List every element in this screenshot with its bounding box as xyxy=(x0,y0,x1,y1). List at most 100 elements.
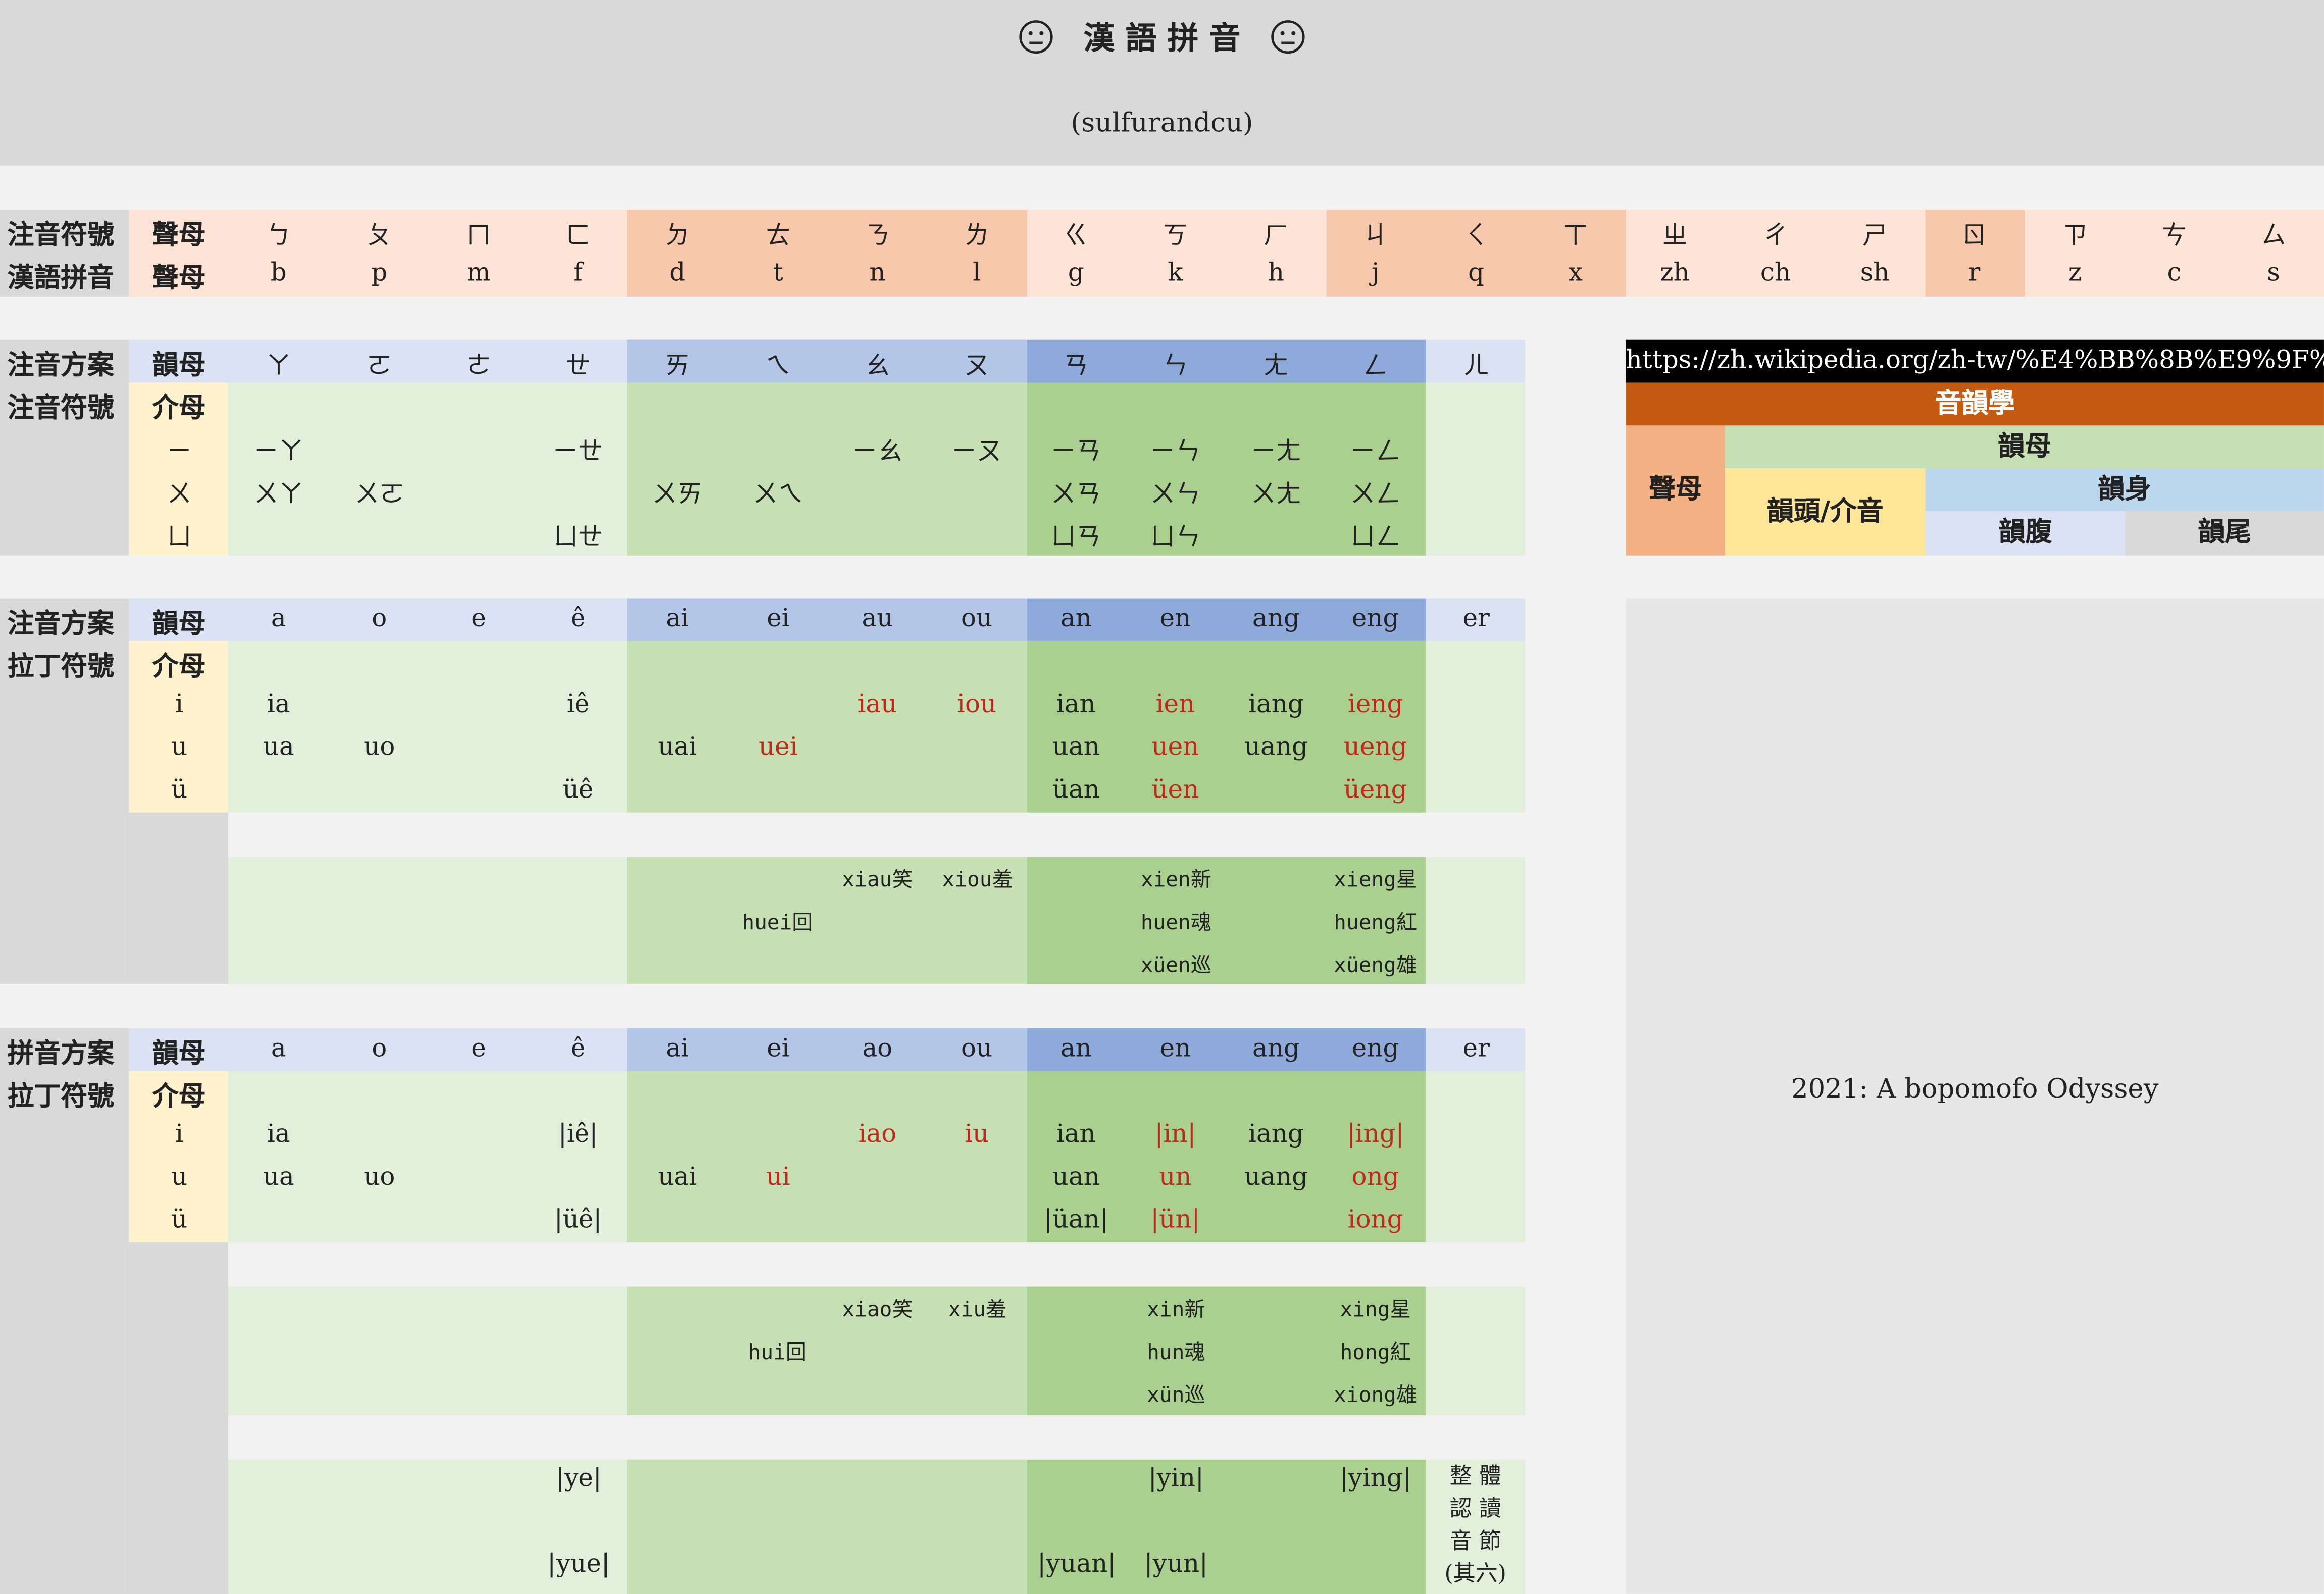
final-latin: ou xyxy=(961,604,993,634)
syllable-yuan: |yuan| xyxy=(1037,1550,1117,1579)
final-zhuyin: ㄦ xyxy=(1463,352,1489,381)
zhuyin-combo: ㄧㄡ xyxy=(951,437,1002,467)
example-xin: xin新 xyxy=(1147,1298,1205,1322)
medial-latin: i xyxy=(175,689,184,720)
page-subtitle: (sulfurandcu) xyxy=(1071,108,1253,139)
pinyin-combo: ian xyxy=(1056,1120,1096,1150)
pinyin-combo: |iê| xyxy=(558,1120,598,1150)
initial-pinyin: g xyxy=(1068,258,1084,288)
example-huen: huen魂 xyxy=(1140,911,1211,935)
initial-zhuyin: ㄒ xyxy=(1562,221,1588,252)
pinyin-combo: ua xyxy=(263,1162,294,1192)
initial-zhuyin: ㄙ xyxy=(2261,221,2287,252)
page-title: 漢 語 拼 音 xyxy=(1083,19,1241,57)
pinyin-combo: ia xyxy=(267,1120,290,1150)
legend-body-text: 韻身 xyxy=(2098,474,2152,506)
initial-zhuyin: ㄈ xyxy=(565,221,591,252)
final-zhuyin: ㄛ xyxy=(367,352,392,381)
zhuyin-combo: ㄨㄚ xyxy=(253,480,304,510)
platin-gap-gray xyxy=(129,1242,228,1594)
initial-pinyin: ch xyxy=(1760,258,1791,288)
example-xiu: xiu羞 xyxy=(948,1298,1007,1322)
final-pinyin: ei xyxy=(767,1034,790,1064)
legend-coda: 韻尾 xyxy=(2125,511,2324,556)
syllable-ying: |ying| xyxy=(1339,1464,1411,1494)
final-pinyin: en xyxy=(1159,1034,1191,1064)
zhuyin-combo: ㄨㄟ xyxy=(752,480,803,510)
pinyin-combo: |üan| xyxy=(1043,1205,1108,1235)
legend-url[interactable]: https://zh.wikipedia.org/zh-tw/%E4%BB%8B… xyxy=(1626,339,2324,383)
latin-combo: ueng xyxy=(1343,732,1407,763)
zhuyin-label-2: 注音符號 xyxy=(7,393,114,424)
example-xuen: xüen巡 xyxy=(1140,954,1211,978)
medial-pinyin: i xyxy=(175,1120,184,1150)
note-char-8: 六) xyxy=(1475,1560,1506,1587)
medial-pinyin: u xyxy=(171,1162,188,1192)
initial-pinyin: k xyxy=(1168,258,1183,288)
platin-medial-label: 介母 xyxy=(151,1081,206,1113)
initials-col-label: 聲母 xyxy=(151,220,206,252)
initial-zhuyin: ㄊ xyxy=(765,221,791,252)
example-xueng: xüeng雄 xyxy=(1334,954,1417,978)
latin-combo: iou xyxy=(957,689,997,720)
initial-zhuyin: ㄕ xyxy=(1862,221,1888,252)
latin-combo: üen xyxy=(1151,775,1199,806)
example-xiou: xiou羞 xyxy=(942,868,1013,892)
final-latin: o xyxy=(372,604,387,634)
final-latin: er xyxy=(1462,604,1490,634)
final-zhuyin: ㄡ xyxy=(964,352,990,381)
zhuyin-body-mid xyxy=(627,382,1027,556)
latin-combo: üan xyxy=(1052,775,1100,806)
medial-latin: ü xyxy=(171,775,188,806)
initial-zhuyin: ㄓ xyxy=(1662,221,1688,252)
legend-url-text[interactable]: https://zh.wikipedia.org/zh-tw/%E4%BB%8B… xyxy=(1626,345,2324,375)
platin-label-1: 拼音方案 xyxy=(7,1038,114,1070)
zhuyin-combo: ㄩㄢ xyxy=(1050,523,1101,553)
neutral-face-icon xyxy=(1019,20,1053,54)
pinyin-combo: iang xyxy=(1248,1120,1304,1150)
zhuyin-combo: ㄧㄝ xyxy=(552,437,603,467)
initial-zhuyin: ㄉ xyxy=(665,221,690,252)
initial-pinyin: p xyxy=(371,258,388,288)
initial-zhuyin: ㄗ xyxy=(2062,221,2088,252)
latin-combo: ua xyxy=(263,732,294,763)
initial-pinyin: t xyxy=(773,258,783,288)
pinyin-combo: iu xyxy=(965,1120,989,1150)
latin-combo: ia xyxy=(267,689,290,720)
initial-pinyin: h xyxy=(1268,258,1284,288)
final-pinyin: er xyxy=(1462,1034,1490,1064)
zhuyin-head-label: 韻母 xyxy=(151,350,206,381)
zlatin-medial-label: 介母 xyxy=(151,651,206,683)
pinyin-combo: uan xyxy=(1052,1162,1100,1192)
initial-zhuyin: ㄏ xyxy=(1264,221,1289,252)
legend-final-text: 韻母 xyxy=(1998,431,2051,463)
page: 漢 語 拼 音 (sulfurandcu) 注音符號 漢語拼音 聲母 聲母 ㄅ ㄆ… xyxy=(0,0,2324,1594)
zhuyin-combo: ㄩㄝ xyxy=(552,523,603,553)
latin-combo: ieng xyxy=(1347,689,1403,720)
initial-pinyin: s xyxy=(2267,258,2280,288)
final-zhuyin: ㄥ xyxy=(1362,352,1388,381)
latin-combo: uen xyxy=(1151,732,1199,763)
zhuyin-combo: ㄩㄥ xyxy=(1350,523,1401,553)
legend-medial: 韻頭/介音 xyxy=(1725,468,1926,556)
latin-combo: ien xyxy=(1155,689,1195,720)
legend-initial: 聲母 xyxy=(1626,425,1726,556)
note-char-4: 讀 xyxy=(1479,1495,1501,1522)
legend-medial-text: 韻頭/介音 xyxy=(1766,496,1884,528)
initial-pinyin: l xyxy=(973,258,981,288)
latin-combo: ian xyxy=(1056,689,1096,720)
note-char-3: 認 xyxy=(1449,1495,1472,1522)
initial-pinyin: m xyxy=(467,258,491,288)
initial-zhuyin: ㄆ xyxy=(367,221,392,252)
medial-pinyin: ü xyxy=(171,1205,188,1235)
example-hun: hun魂 xyxy=(1147,1341,1205,1365)
final-zhuyin: ㄢ xyxy=(1063,352,1089,381)
syllable-yun: |yun| xyxy=(1144,1550,1208,1579)
legend-final: 韻母 xyxy=(1725,425,2324,469)
pinyin-combo: uai xyxy=(658,1162,697,1192)
legend-body: 韻身 xyxy=(1925,468,2324,512)
initial-zhuyin: ㄌ xyxy=(964,221,990,252)
platin-label-2: 拉丁符號 xyxy=(7,1081,114,1113)
final-latin: en xyxy=(1159,604,1191,634)
latin-combo: üê xyxy=(562,775,594,806)
